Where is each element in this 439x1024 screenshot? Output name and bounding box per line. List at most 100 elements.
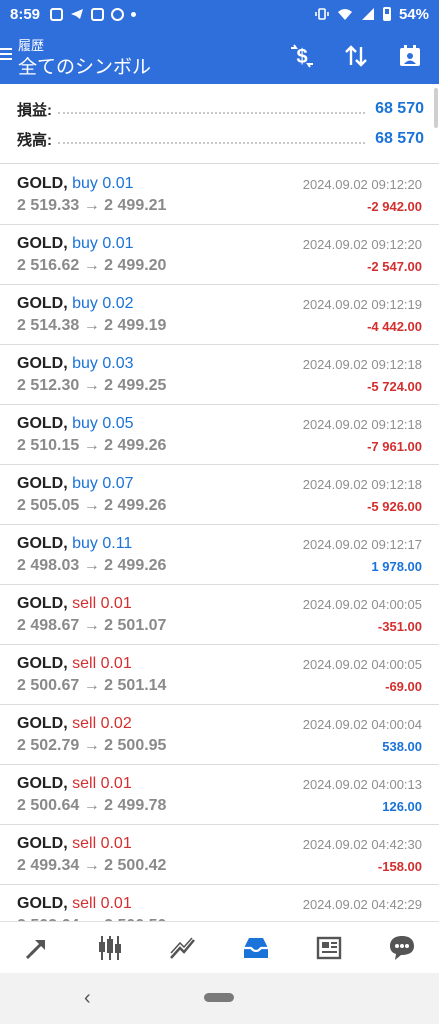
trade-profit: 538.00 xyxy=(382,739,422,754)
back-icon[interactable]: ‹ xyxy=(84,987,91,1010)
trade-row[interactable]: GOLD, buy 0.02 2 514.38 → 2 499.19 2024.09… xyxy=(0,285,439,345)
page-title[interactable]: 全てのシンボル xyxy=(18,52,151,79)
trade-profit: -158.00 xyxy=(377,859,422,874)
trade-row[interactable]: GOLD, buy 0.07 2 505.05 → 2 499.26 2024.09… xyxy=(0,465,439,525)
trade-time: 2024.09.02 09:12:19 xyxy=(302,297,422,312)
trade-symbol-line: GOLD, buy 0.01 xyxy=(17,235,134,253)
currency-sort-icon[interactable]: $ xyxy=(286,40,318,72)
trade-prices: 2 499.34 → 2 500.42 xyxy=(17,857,167,874)
profit-value: 68 570 xyxy=(375,100,424,117)
trade-profit: -2 942.00 xyxy=(367,199,422,214)
chat-icon[interactable] xyxy=(382,928,422,968)
trade-symbol-line: GOLD, sell 0.01 xyxy=(17,595,132,613)
trade-symbol-line: GOLD, buy 0.02 xyxy=(17,295,134,313)
trade-profit: 126.00 xyxy=(382,799,422,814)
trade-row[interactable]: GOLD, sell 0.012 502.64 → 2 500.502024.0… xyxy=(0,885,439,921)
scrollbar[interactable] xyxy=(434,88,438,128)
trade-side-volume: buy 0.02 xyxy=(72,295,134,312)
bottom-nav xyxy=(0,921,439,973)
trade-symbol: GOLD, xyxy=(17,835,68,852)
dotted-leader xyxy=(58,134,366,144)
battery-percent: 54% xyxy=(398,5,429,23)
trade-time: 2024.09.02 04:00:05 xyxy=(302,597,422,612)
trade-prices: 2 510.15 → 2 499.26 xyxy=(17,437,167,454)
trade-symbol: GOLD, xyxy=(17,535,68,552)
battery-icon xyxy=(382,7,391,21)
trade-row[interactable]: GOLD, sell 0.01 2 498.67 → 2 501.07 2024.0… xyxy=(0,585,439,645)
image-icon xyxy=(50,7,64,21)
status-bar: 8:59 54% xyxy=(0,0,439,28)
trade-prices: 2 512.30 → 2 499.25 xyxy=(17,377,167,394)
trade-side-volume: buy 0.01 xyxy=(72,175,134,192)
trade-profit: -2 547.00 xyxy=(367,259,422,274)
trade-side-volume: sell 0.01 xyxy=(72,895,132,912)
trade-prices: 2 502.79 → 2 500.95 xyxy=(17,737,167,754)
svg-text:$: $ xyxy=(296,46,307,68)
trade-symbol: GOLD, xyxy=(17,655,68,672)
trade-icon[interactable] xyxy=(163,928,203,968)
home-handle[interactable] xyxy=(204,993,234,1002)
trade-symbol-line: GOLD, sell 0.01 xyxy=(17,835,132,853)
trade-time: 2024.09.02 04:00:13 xyxy=(302,777,422,792)
dot-icon xyxy=(131,11,137,17)
profit-row: 損益: 68 570 xyxy=(17,97,424,121)
trade-prices: 2 498.03 → 2 499.26 xyxy=(17,557,167,574)
trade-symbol-line: GOLD, sell 0.02 xyxy=(17,715,132,733)
trade-row[interactable]: GOLD, buy 0.05 2 510.15 → 2 499.26 2024.09… xyxy=(0,405,439,465)
trade-row[interactable]: GOLD, buy 0.01 2 519.33 → 2 499.21 2024.09… xyxy=(0,165,439,225)
chat-icon xyxy=(111,7,125,21)
trade-symbol: GOLD, xyxy=(17,295,68,312)
trade-time: 2024.09.02 04:42:29 xyxy=(302,897,422,912)
trade-side-volume: buy 0.03 xyxy=(72,355,134,372)
trade-symbol-line: GOLD, buy 0.03 xyxy=(17,355,134,373)
trade-symbol-line: GOLD, buy 0.05 xyxy=(17,415,134,433)
trade-profit: -69.00 xyxy=(385,679,422,694)
trade-symbol-line: GOLD, sell 0.01 xyxy=(17,655,132,673)
trade-symbol-line: GOLD, buy 0.11 xyxy=(17,535,132,553)
trade-symbol: GOLD, xyxy=(17,235,68,252)
trade-profit: -5 724.00 xyxy=(367,379,422,394)
chart-icon[interactable] xyxy=(90,928,130,968)
line-app-icon xyxy=(91,7,105,21)
trade-row[interactable]: GOLD, sell 0.01 2 500.64 → 2 499.78 2024.0… xyxy=(0,765,439,825)
trade-row[interactable]: GOLD, buy 0.01 2 516.62 → 2 499.20 2024.09… xyxy=(0,225,439,285)
trade-prices: 2 498.67 → 2 501.07 xyxy=(17,617,167,634)
trade-profit: -7 961.00 xyxy=(367,439,422,454)
signal-icon xyxy=(361,8,374,20)
trade-symbol: GOLD, xyxy=(17,715,68,732)
dotted-leader xyxy=(58,104,366,114)
profit-label: 損益: xyxy=(17,101,52,119)
trade-time: 2024.09.02 09:12:20 xyxy=(302,177,422,192)
trade-symbol: GOLD, xyxy=(17,595,68,612)
quotes-icon[interactable] xyxy=(17,928,57,968)
trade-row[interactable]: GOLD, buy 0.03 2 512.30 → 2 499.25 2024.09… xyxy=(0,345,439,405)
trade-row[interactable]: GOLD, sell 0.01 2 500.67 → 2 501.14 2024.0… xyxy=(0,645,439,705)
trade-side-volume: sell 0.01 xyxy=(72,835,132,852)
trade-profit: -351.00 xyxy=(377,619,422,634)
vibrate-icon xyxy=(315,8,329,20)
trade-side-volume: sell 0.02 xyxy=(72,715,132,732)
account-summary: 損益: 68 570 残高: 68 570 xyxy=(0,84,439,164)
trade-row[interactable]: GOLD, sell 0.01 2 499.34 → 2 500.42 2024.0… xyxy=(0,825,439,885)
trade-symbol: GOLD, xyxy=(17,355,68,372)
trade-row[interactable]: GOLD, buy 0.11 2 498.03 → 2 499.26 2024.09… xyxy=(0,525,439,585)
trade-symbol: GOLD, xyxy=(17,415,68,432)
menu-icon[interactable] xyxy=(0,48,12,60)
trade-prices: 2 514.38 → 2 499.19 xyxy=(17,317,167,334)
sort-icon[interactable] xyxy=(340,40,372,72)
trade-time: 2024.09.02 09:12:18 xyxy=(302,477,422,492)
trade-history-list[interactable]: GOLD, buy 0.01 2 519.33 → 2 499.21 2024.09… xyxy=(0,165,439,921)
history-icon[interactable] xyxy=(236,928,276,968)
balance-value: 68 570 xyxy=(375,130,424,147)
news-icon[interactable] xyxy=(309,928,349,968)
calendar-icon[interactable] xyxy=(394,40,426,72)
trade-symbol: GOLD, xyxy=(17,475,68,492)
status-time: 8:59 xyxy=(10,5,41,23)
system-nav-bar: ‹ xyxy=(0,973,439,1024)
trade-side-volume: buy 0.07 xyxy=(72,475,134,492)
trade-time: 2024.09.02 04:00:05 xyxy=(302,657,422,672)
trade-side-volume: buy 0.01 xyxy=(72,235,134,252)
trade-time: 2024.09.02 09:12:17 xyxy=(302,537,422,552)
telegram-icon xyxy=(71,9,84,19)
trade-row[interactable]: GOLD, sell 0.02 2 502.79 → 2 500.95 2024.0… xyxy=(0,705,439,765)
